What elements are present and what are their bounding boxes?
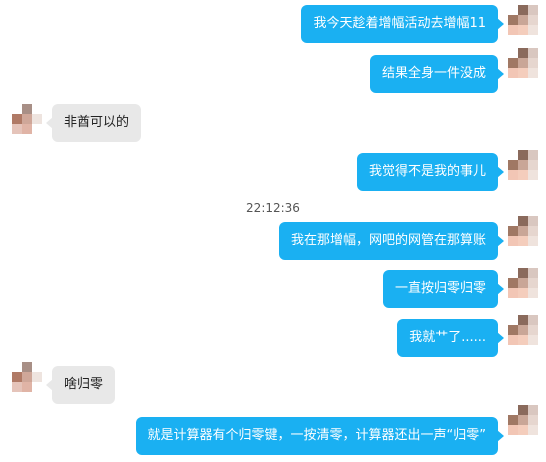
sent-message-bubble[interactable]: 我今天趁着增幅活动去增幅11 xyxy=(301,5,504,43)
sender-avatar-icon[interactable] xyxy=(508,48,538,78)
sent-message-bubble[interactable]: 一直按归零归零 xyxy=(382,270,505,308)
sent-message-bubble[interactable]: 我觉得不是我的事儿 xyxy=(356,153,505,191)
sent-message-bubble[interactable]: 结果全身一件没成 xyxy=(369,55,505,93)
received-message-bubble[interactable]: 非酋可以的 xyxy=(45,104,142,142)
chat-window: 我今天趁着增幅活动去增幅11 结果全身一件没成 非酋可以的 我觉得不是我的事儿 … xyxy=(0,0,546,462)
sender-avatar-icon[interactable] xyxy=(508,315,538,345)
sent-message-bubble[interactable]: 我在那增幅，网吧的网管在那算账 xyxy=(278,222,505,260)
sent-message-bubble[interactable]: 我就艹了...... xyxy=(397,319,504,357)
sender-avatar-icon[interactable] xyxy=(508,150,538,180)
sender-avatar-icon[interactable] xyxy=(508,216,538,246)
sender-avatar-icon[interactable] xyxy=(508,405,538,435)
contact-avatar-icon[interactable] xyxy=(12,104,42,134)
sender-avatar-icon[interactable] xyxy=(508,268,538,298)
sender-avatar-icon[interactable] xyxy=(508,5,538,35)
contact-avatar-icon[interactable] xyxy=(12,362,42,392)
message-timestamp: 22:12:36 xyxy=(246,201,300,215)
sent-message-bubble[interactable]: 就是计算器有个归零键，一按清零，计算器还出一声“归零” xyxy=(135,417,505,455)
received-message-bubble[interactable]: 啥归零 xyxy=(45,366,116,404)
